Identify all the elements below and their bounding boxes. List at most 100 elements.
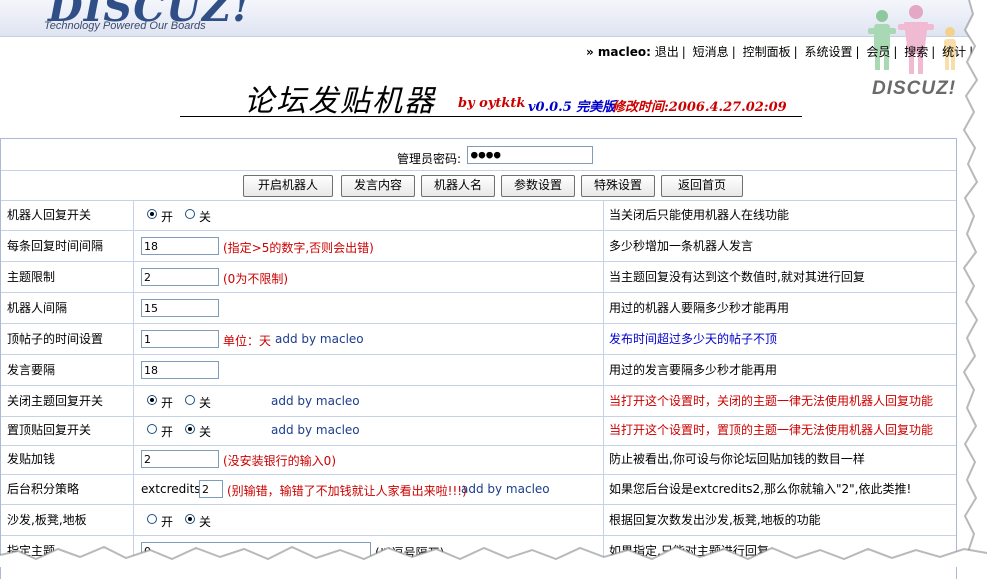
setting-row: 沙发,板凳,地板 开 关 根据回复次数发出沙发,板凳,地板的功能 bbox=[1, 505, 956, 536]
bump-days-input[interactable]: 1 bbox=[141, 330, 219, 348]
setting-row: 主题限制 2 (0为不限制) 当主题回复没有达到这个数值时,就对其进行回复 bbox=[1, 262, 956, 293]
add-by-note: add by macleo bbox=[275, 332, 364, 346]
setting-description: 发布时间超过多少天的帖子不顶 bbox=[609, 332, 778, 346]
setting-row: 后台积分策略 extcredits 2 (别输错，输错了不加钱就让人家看出来啦!… bbox=[1, 474, 956, 505]
nav-search[interactable]: 搜索 bbox=[904, 45, 928, 59]
page-title: 论坛发贴机器 bbox=[244, 84, 436, 119]
setting-description: 用过的机器人要隔多少秒才能再用 bbox=[609, 301, 790, 315]
setting-row: 顶帖子的时间设置 1 单位：天 add by macleo 发布时间超过多少天的… bbox=[1, 324, 956, 355]
radio-off[interactable] bbox=[185, 395, 195, 405]
nav-control-panel[interactable]: 控制面板 bbox=[743, 45, 791, 59]
button-row: 开启机器人 发言内容 机器人名 参数设置 特殊设置 返回首页 bbox=[1, 170, 956, 201]
author-credit: by oytktk bbox=[458, 96, 526, 111]
logo-tagline: Technology Powered Our Boards bbox=[44, 20, 206, 32]
setting-row: 发贴加钱 2 (没安装银行的输入0) 防止被看出,你可设与你论坛回贴加钱的数目一… bbox=[1, 444, 956, 475]
setting-description: 当打开这个设置时，关闭的主题一律无法使用机器人回复功能 bbox=[609, 394, 934, 408]
radio-on-label: 开 bbox=[161, 396, 174, 410]
setting-row: 置顶贴回复开关 开 关 add by macleo 当打开这个设置时，置顶的主题… bbox=[1, 415, 956, 446]
page-heading: 论坛发贴机器 by oytktk v0.0.5 完美版 修改时间:2006.4.… bbox=[180, 76, 802, 119]
back-home-button[interactable]: 返回首页 bbox=[661, 175, 743, 197]
interval-input[interactable]: 18 bbox=[141, 237, 219, 255]
setting-description: 如果您后台设是extcredits2,那么你就输入"2",依此类推! bbox=[609, 482, 912, 496]
setting-label: 机器人回复开关 bbox=[1, 200, 134, 230]
current-user: » macleo: bbox=[586, 45, 651, 59]
setting-label: 机器人间隔 bbox=[1, 293, 134, 323]
setting-description: 当主题回复没有达到这个数值时,就对其进行回复 bbox=[609, 270, 865, 284]
setting-control: 开 关 bbox=[135, 505, 604, 535]
setting-row: 关闭主题回复开关 开 关 add by macleo 当打开这个设置时，关闭的主… bbox=[1, 386, 956, 417]
radio-on-label: 开 bbox=[161, 210, 174, 224]
setting-hint: (别输错，输错了不加钱就让人家看出来啦!!!) bbox=[227, 484, 467, 498]
nav-logout[interactable]: 退出 bbox=[655, 45, 679, 59]
setting-label: 主题限制 bbox=[1, 262, 134, 292]
setting-control: 开 关 add by macleo bbox=[135, 386, 604, 416]
setting-control: 开 关 add by macleo bbox=[135, 415, 604, 445]
robot-interval-input[interactable]: 15 bbox=[141, 299, 219, 317]
setting-label: 关闭主题回复开关 bbox=[1, 386, 134, 416]
password-row: 管理员密码: ●●●● bbox=[1, 139, 956, 171]
discuz-logo[interactable]: DISCUZ! Technology Powered Our Boards bbox=[14, 0, 250, 40]
extcredits-prefix: extcredits bbox=[141, 482, 201, 496]
setting-row: 机器人回复开关 开 关 当关闭后只能使用机器人在线功能 bbox=[1, 200, 956, 231]
robot-names-button[interactable]: 机器人名 bbox=[421, 175, 495, 197]
extcredits-input[interactable]: 2 bbox=[199, 480, 223, 498]
admin-password-input[interactable]: ●●●● bbox=[467, 146, 593, 164]
post-content-button[interactable]: 发言内容 bbox=[341, 175, 415, 197]
add-by-note: add by macleo bbox=[271, 423, 360, 437]
radio-off-label: 关 bbox=[199, 425, 212, 439]
setting-row: 每条回复时间间隔 18 (指定>5的数字,否则会出错) 多少秒增加一条机器人发言 bbox=[1, 231, 956, 262]
parameter-settings-button[interactable]: 参数设置 bbox=[501, 175, 575, 197]
modified-time: 修改时间:2006.4.27.02:09 bbox=[612, 100, 787, 115]
setting-label: 顶帖子的时间设置 bbox=[1, 324, 134, 354]
radio-off-label: 关 bbox=[199, 210, 212, 224]
setting-control: 15 bbox=[135, 293, 604, 323]
radio-on[interactable] bbox=[147, 514, 157, 524]
setting-label: 后台积分策略 bbox=[1, 474, 134, 504]
badge-text: DISCUZ! bbox=[872, 78, 957, 99]
radio-on[interactable] bbox=[147, 424, 157, 434]
add-by-note: add by macleo bbox=[461, 482, 550, 496]
setting-hint: (指定>5的数字,否则会出错) bbox=[223, 241, 374, 255]
radio-on-label: 开 bbox=[161, 515, 174, 529]
top-navigation: » macleo: 退出 | 短消息 | 控制面板 | 系统设置 | 会员 | 搜索 | 统… bbox=[586, 43, 987, 60]
password-label: 管理员密码: bbox=[397, 152, 462, 166]
setting-label: 发言要隔 bbox=[1, 355, 134, 385]
setting-label: 置顶贴回复开关 bbox=[1, 415, 134, 445]
radio-on[interactable] bbox=[147, 395, 157, 405]
setting-description: 当打开这个设置时，置顶的主题一律无法使用机器人回复功能 bbox=[609, 423, 934, 437]
setting-control: 18 bbox=[135, 355, 604, 385]
setting-control: 开 关 bbox=[135, 200, 604, 230]
special-settings-button[interactable]: 特殊设置 bbox=[581, 175, 655, 197]
setting-description: 根据回复次数发出沙发,板凳,地板的功能 bbox=[609, 513, 821, 527]
setting-control: extcredits 2 (别输错，输错了不加钱就让人家看出来啦!!!) add… bbox=[135, 474, 604, 504]
setting-description: 当关闭后只能使用机器人在线功能 bbox=[609, 208, 790, 222]
radio-on[interactable] bbox=[147, 209, 157, 219]
radio-off-label: 关 bbox=[199, 396, 212, 410]
setting-row: 机器人间隔 15 用过的机器人要隔多少秒才能再用 bbox=[1, 293, 956, 324]
start-robot-button[interactable]: 开启机器人 bbox=[243, 175, 333, 197]
topic-limit-input[interactable]: 2 bbox=[141, 268, 219, 286]
setting-label: 发贴加钱 bbox=[1, 444, 134, 474]
setting-description: 防止被看出,你可设与你论坛回贴加钱的数目一样 bbox=[609, 452, 865, 466]
setting-label: 每条回复时间间隔 bbox=[1, 231, 134, 261]
setting-control: 18 (指定>5的数字,否则会出错) bbox=[135, 231, 604, 261]
setting-row: 发言要隔 18 用过的发言要隔多少秒才能再用 bbox=[1, 355, 956, 386]
nav-messages[interactable]: 短消息 bbox=[693, 45, 729, 59]
setting-hint: (0为不限制) bbox=[223, 272, 288, 286]
setting-hint: (没安装银行的输入0) bbox=[223, 454, 336, 468]
setting-control: 2 (0为不限制) bbox=[135, 262, 604, 292]
setting-control: 1 单位：天 add by macleo bbox=[135, 324, 604, 354]
post-money-input[interactable]: 2 bbox=[141, 450, 219, 468]
add-by-note: add by macleo bbox=[271, 394, 360, 408]
nav-system-settings[interactable]: 系统设置 bbox=[804, 45, 852, 59]
nav-members[interactable]: 会员 bbox=[866, 45, 890, 59]
radio-off[interactable] bbox=[185, 209, 195, 219]
setting-label: 沙发,板凳,地板 bbox=[1, 505, 134, 535]
setting-description: 多少秒增加一条机器人发言 bbox=[609, 239, 754, 253]
radio-off[interactable] bbox=[185, 424, 195, 434]
radio-off[interactable] bbox=[185, 514, 195, 524]
settings-panel: 管理员密码: ●●●● 开启机器人 发言内容 机器人名 参数设置 特殊设置 返回… bbox=[0, 138, 957, 579]
torn-edge-right bbox=[962, 0, 987, 567]
post-interval-input[interactable]: 18 bbox=[141, 361, 219, 379]
setting-description: 用过的发言要隔多少秒才能再用 bbox=[609, 363, 778, 377]
